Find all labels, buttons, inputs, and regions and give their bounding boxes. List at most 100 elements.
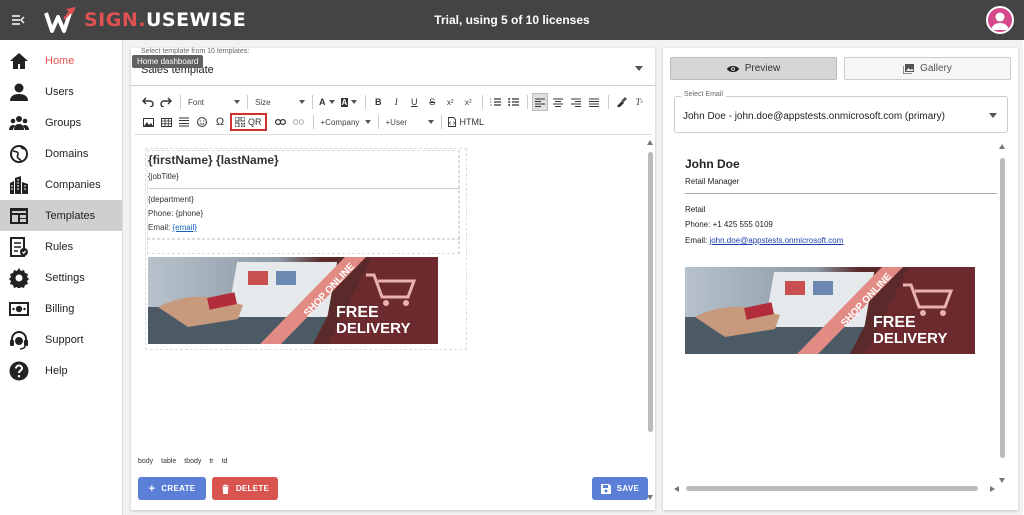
underline-icon[interactable]: U xyxy=(406,93,422,111)
font-dropdown[interactable]: Font xyxy=(185,93,243,111)
insert-user-field-dropdown[interactable]: +User xyxy=(383,113,437,131)
billing-icon xyxy=(9,302,29,316)
sidebar-item-companies[interactable]: Companies xyxy=(0,169,122,200)
sidebar-item-templates[interactable]: Templates xyxy=(0,200,122,231)
preview-banner-image: SHOP ONLINE FREE DELIVERY xyxy=(685,267,975,354)
chevron-down-icon xyxy=(989,113,997,118)
subscript-icon[interactable]: x2 xyxy=(460,93,476,111)
qr-code-button[interactable]: QR xyxy=(230,113,267,131)
preview-email-link[interactable]: john.doe@appstests.onmicrosoft.com xyxy=(709,236,843,245)
toolbar-separator xyxy=(482,95,484,109)
signature-email-field[interactable]: Email: {email} xyxy=(148,223,197,232)
path-segment[interactable]: td xyxy=(222,458,228,465)
unordered-list-icon[interactable] xyxy=(505,93,521,111)
select-underline xyxy=(131,85,655,86)
editor-scrollbar[interactable] xyxy=(647,138,653,502)
table-icon[interactable] xyxy=(158,113,174,131)
save-button[interactable]: SAVE xyxy=(592,477,648,500)
html-icon xyxy=(447,117,456,127)
sidebar-item-label: Templates xyxy=(45,209,96,222)
tab-preview[interactable]: Preview xyxy=(670,57,837,80)
preview-email: Email: john.doe@appstests.onmicrosoft.co… xyxy=(685,236,843,245)
horizontal-rule-icon[interactable] xyxy=(176,113,192,131)
sidebar-item-help[interactable]: Help xyxy=(0,355,122,386)
format-painter-icon[interactable] xyxy=(613,93,629,111)
signature-phone-field[interactable]: Phone: {phone} xyxy=(148,209,203,218)
sidebar-item-billing[interactable]: Billing xyxy=(0,293,122,324)
sidebar-item-home[interactable]: Home xyxy=(0,45,122,76)
chevron-down-icon[interactable] xyxy=(635,66,643,71)
image-icon[interactable] xyxy=(140,113,156,131)
align-left-icon[interactable] xyxy=(532,93,549,111)
scroll-right-icon[interactable] xyxy=(990,486,995,492)
ordered-list-icon[interactable]: 123 xyxy=(487,93,503,111)
preview-vertical-scrollbar[interactable] xyxy=(999,144,1005,485)
align-center-icon[interactable] xyxy=(550,93,566,111)
scrollbar-thumb[interactable] xyxy=(1000,158,1005,458)
gear-icon xyxy=(9,268,29,288)
buildings-icon xyxy=(10,176,28,194)
toolbar-separator xyxy=(608,95,610,109)
text-color-icon[interactable]: A xyxy=(317,93,337,111)
undo-icon[interactable] xyxy=(140,93,156,111)
sidebar-item-rules[interactable]: Rules xyxy=(0,231,122,262)
align-justify-icon[interactable] xyxy=(586,93,602,111)
unlink-icon[interactable] xyxy=(291,113,307,131)
path-segment[interactable]: body xyxy=(138,458,153,465)
scrollbar-thumb[interactable] xyxy=(648,152,653,432)
toolbar-separator xyxy=(312,95,313,109)
toolbar-separator xyxy=(365,95,367,109)
path-segment[interactable]: table xyxy=(161,458,176,465)
sidebar-item-label: Rules xyxy=(45,240,74,253)
path-segment[interactable]: tr xyxy=(209,458,213,465)
toolbar-row-1: Font Size A A B I U S x2 x2 123 Tx xyxy=(140,92,649,112)
select-email-dropdown[interactable]: Select Email John Doe - john.doe@appstes… xyxy=(674,91,1008,133)
html-source-button[interactable]: HTML xyxy=(446,113,487,131)
sidebar-item-label: Settings xyxy=(45,271,85,284)
scroll-down-icon[interactable] xyxy=(999,478,1005,483)
signature-department-field[interactable]: {department} xyxy=(148,195,194,204)
bold-icon[interactable]: B xyxy=(370,93,386,111)
signature-job-field[interactable]: {jobTitle} xyxy=(148,172,179,181)
email-placeholder-link[interactable]: {email} xyxy=(172,223,196,232)
sidebar-item-domains[interactable]: Domains xyxy=(0,138,122,169)
special-character-icon[interactable]: Ω xyxy=(212,113,228,131)
path-segment[interactable]: tbody xyxy=(184,458,201,465)
tab-gallery[interactable]: Gallery xyxy=(844,57,1011,80)
delete-button[interactable]: DELETE xyxy=(212,477,278,500)
sidebar-item-support[interactable]: Support xyxy=(0,324,122,355)
background-color-icon[interactable]: A xyxy=(339,93,360,111)
size-dropdown[interactable]: Size xyxy=(252,93,308,111)
toolbar-separator xyxy=(180,95,181,109)
scroll-up-icon[interactable] xyxy=(999,144,1005,149)
scrollbar-thumb[interactable] xyxy=(686,486,978,491)
sidebar-item-settings[interactable]: Settings xyxy=(0,262,122,293)
insert-company-field-dropdown[interactable]: +Company xyxy=(318,113,374,131)
delete-label: DELETE xyxy=(235,484,270,493)
emoji-icon[interactable] xyxy=(194,113,210,131)
user-avatar[interactable] xyxy=(986,6,1014,34)
align-right-icon[interactable] xyxy=(568,93,584,111)
scroll-left-icon[interactable] xyxy=(674,486,679,492)
scroll-up-icon[interactable] xyxy=(647,140,653,145)
sidebar-item-label: Billing xyxy=(45,302,75,315)
sidebar-item-users[interactable]: Users xyxy=(0,76,122,107)
redo-icon[interactable] xyxy=(158,93,174,111)
superscript-icon[interactable]: x2 xyxy=(442,93,458,111)
italic-icon[interactable]: I xyxy=(388,93,404,111)
editor-banner-image[interactable]: SHOP ONLINE FREE DELIVERY xyxy=(148,257,438,344)
home-tooltip: Home dashboard xyxy=(132,55,204,68)
qr-label: QR xyxy=(248,117,262,127)
tab-preview-label: Preview xyxy=(744,63,781,74)
sidebar-item-groups[interactable]: Groups xyxy=(0,107,122,138)
clear-format-icon[interactable]: Tx xyxy=(631,93,647,111)
preview-department: Retail xyxy=(685,205,706,214)
create-button[interactable]: + CREATE xyxy=(138,477,206,500)
link-icon[interactable] xyxy=(273,113,289,131)
preview-banner-line1-text: FREE xyxy=(873,314,916,331)
preview-horizontal-scrollbar[interactable] xyxy=(674,486,996,492)
sidebar: Home Users Groups Domains Companies Temp… xyxy=(0,40,123,515)
signature-name-field[interactable]: {firstName} {lastName} xyxy=(148,153,279,167)
strikethrough-icon[interactable]: S xyxy=(424,93,440,111)
chevron-down-icon xyxy=(364,120,371,124)
